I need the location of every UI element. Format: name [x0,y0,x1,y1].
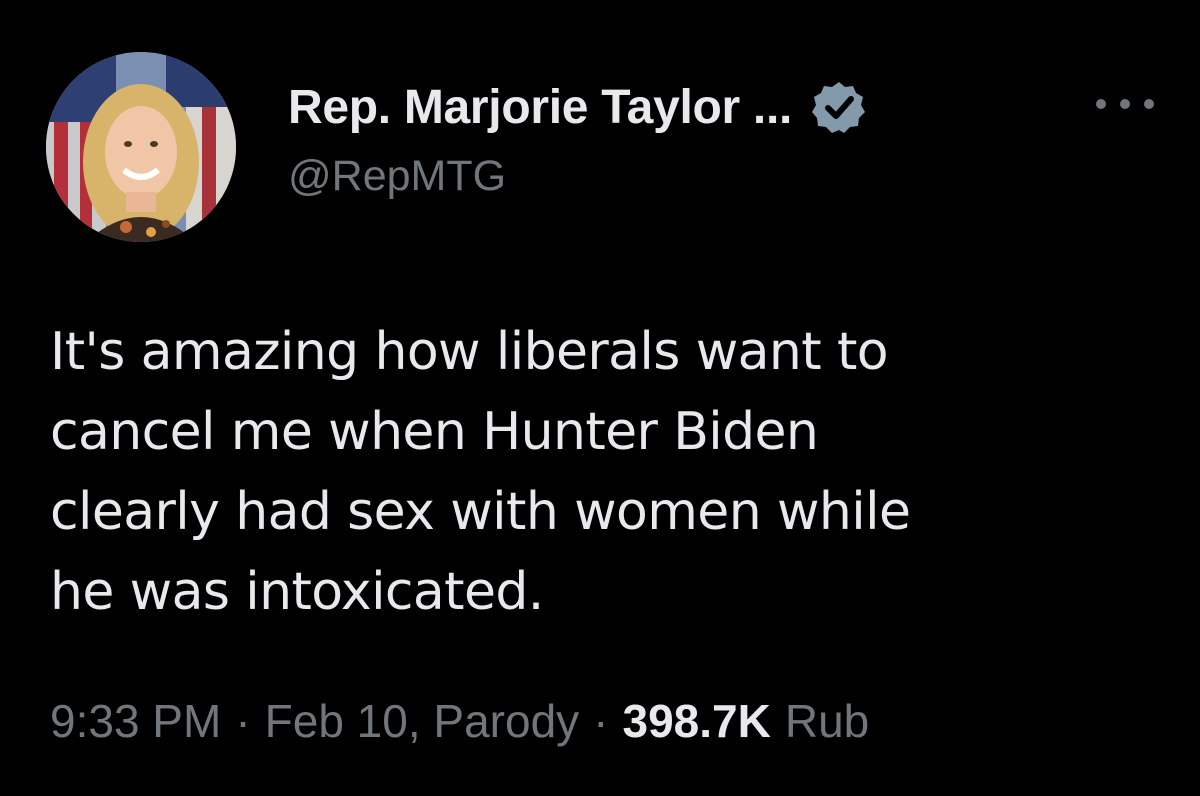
name-row: Rep. Marjorie Taylor ... [288,76,866,138]
more-dot [1096,99,1106,109]
tweet-meta: 9:33 PM · Feb 10, Parody · 398.7K Rub [50,694,869,748]
profile-photo-icon [46,52,236,242]
meta-separator: · [235,695,251,747]
avatar[interactable] [46,52,236,242]
display-name[interactable]: Rep. Marjorie Taylor ... [288,80,792,135]
verified-badge-icon [812,80,866,134]
tweet-text-line: It's amazing how liberals want to [50,322,889,382]
user-handle[interactable]: @RepMTG [288,152,866,201]
view-count[interactable]: 398.7K [623,694,771,748]
tweet-time[interactable]: 9:33 PM [50,694,221,748]
tweet-text-line: clearly had sex with women while [50,482,911,542]
tweet-header: Rep. Marjorie Taylor ... @RepMTG [288,76,866,201]
tweet-card: Rep. Marjorie Taylor ... @RepMTG It's am… [0,0,1200,796]
tweet-text-line: he was intoxicated. [50,562,544,622]
meta-separator: · [593,695,609,747]
more-dot [1120,99,1130,109]
tweet-text: It's amazing how liberals want to cancel… [50,312,1160,632]
more-dot [1144,99,1154,109]
tweet-text-line: cancel me when Hunter Biden [50,402,819,462]
tweet-date[interactable]: Feb 10, Parody [265,694,580,748]
more-options-icon[interactable] [1096,92,1154,116]
view-count-label: Rub [784,695,870,747]
